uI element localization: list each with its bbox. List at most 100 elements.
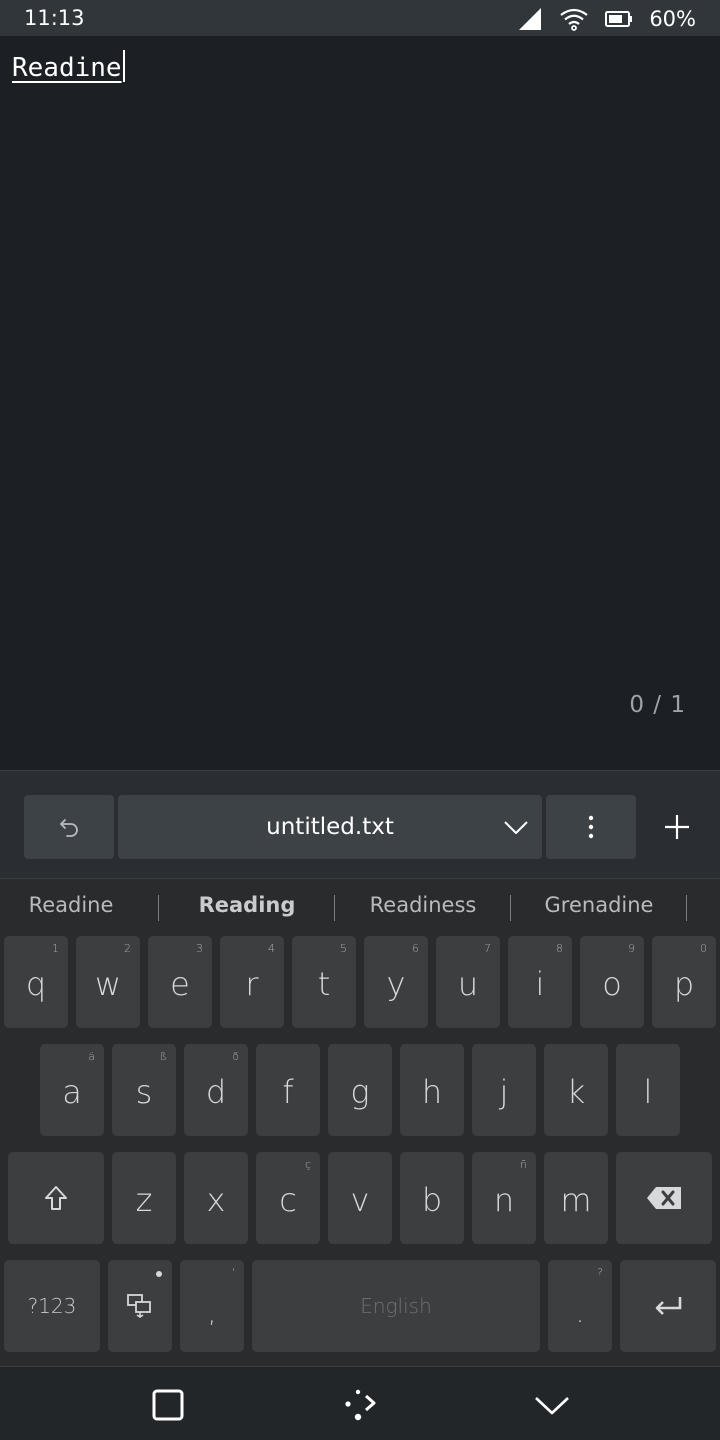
add-document-button[interactable]: [644, 795, 710, 859]
shift-key[interactable]: [8, 1152, 104, 1244]
key-label: p: [673, 965, 695, 1003]
key-hint: 4: [268, 942, 275, 955]
key-e[interactable]: 3e: [148, 936, 212, 1028]
key-label: c: [279, 1181, 297, 1219]
suggestion-divider: [686, 895, 687, 921]
editor-text-line[interactable]: Readine: [12, 50, 125, 83]
key-w[interactable]: 2w: [76, 936, 140, 1028]
shift-icon: [45, 1186, 67, 1210]
key-label: ,: [207, 1299, 217, 1329]
key-label: m: [560, 1181, 592, 1219]
symbols-key[interactable]: ?123: [4, 1260, 100, 1352]
square-icon: [152, 1389, 184, 1421]
undo-button[interactable]: [24, 795, 114, 859]
key-b[interactable]: b: [400, 1152, 464, 1244]
key-hint: ': [231, 1266, 235, 1279]
emoji-key[interactable]: [108, 1260, 172, 1352]
navigation-bar: [0, 1366, 720, 1440]
battery-percent: 60%: [649, 7, 696, 31]
key-t[interactable]: 5t: [292, 936, 356, 1028]
key-l[interactable]: l: [616, 1044, 680, 1136]
key-m[interactable]: m: [544, 1152, 608, 1244]
key-p[interactable]: 0p: [652, 936, 716, 1028]
key-label: o: [602, 965, 622, 1003]
key-v[interactable]: v: [328, 1152, 392, 1244]
file-menu-button[interactable]: untitled.txt: [118, 795, 542, 859]
key-label: i: [535, 965, 545, 1003]
key-label: e: [170, 965, 190, 1003]
editor-text: Readine: [12, 53, 122, 83]
more-options-button[interactable]: [546, 795, 636, 859]
drag-icon: [345, 1389, 376, 1421]
key-c[interactable]: çc: [256, 1152, 320, 1244]
suggestion-item-primary[interactable]: Reading: [159, 893, 335, 917]
key-s[interactable]: ßs: [112, 1044, 176, 1136]
undo-icon: [60, 819, 78, 837]
signal-icon: [519, 8, 542, 30]
key-z[interactable]: z: [112, 1152, 176, 1244]
dot-indicator: [156, 1271, 162, 1277]
key-hint: ?: [597, 1266, 603, 1279]
file-name: untitled.txt: [266, 814, 394, 840]
hide-keyboard-button[interactable]: [530, 1383, 574, 1427]
backspace-key[interactable]: [616, 1152, 712, 1244]
home-button[interactable]: [338, 1383, 382, 1427]
backspace-icon: [647, 1187, 681, 1209]
status-bar: 11:13 60%: [0, 0, 720, 36]
suggestion-item[interactable]: Grenadine: [511, 893, 687, 917]
key-j[interactable]: j: [472, 1044, 536, 1136]
key-hint: ç: [304, 1158, 311, 1171]
key-k[interactable]: k: [544, 1044, 608, 1136]
key-label: w: [94, 965, 122, 1003]
comma-key[interactable]: ',: [180, 1260, 244, 1352]
key-d[interactable]: ðd: [184, 1044, 248, 1136]
key-hint: 6: [412, 942, 419, 955]
editor-toolbar: untitled.txt: [0, 770, 720, 878]
key-label: k: [566, 1073, 586, 1111]
period-key[interactable]: ?.: [548, 1260, 612, 1352]
key-hint: 9: [628, 942, 635, 955]
plus-icon: [665, 815, 689, 839]
key-hint: ß: [159, 1050, 167, 1063]
space-label: English: [360, 1294, 432, 1318]
key-q[interactable]: 1q: [4, 936, 68, 1028]
key-i[interactable]: 8i: [508, 936, 572, 1028]
key-label: .: [575, 1299, 585, 1329]
key-a[interactable]: äa: [40, 1044, 104, 1136]
key-g[interactable]: g: [328, 1044, 392, 1136]
key-o[interactable]: 9o: [580, 936, 644, 1028]
key-label: u: [457, 965, 479, 1003]
enter-key[interactable]: [620, 1260, 716, 1352]
text-editor[interactable]: Readine 0 / 1: [0, 36, 720, 770]
key-label: v: [350, 1181, 370, 1219]
battery-icon: [605, 11, 633, 27]
space-key[interactable]: English: [252, 1260, 540, 1352]
overview-button[interactable]: [146, 1383, 190, 1427]
key-u[interactable]: 7u: [436, 936, 500, 1028]
key-r[interactable]: 4r: [220, 936, 284, 1028]
key-label: j: [499, 1073, 509, 1111]
key-label: h: [421, 1073, 443, 1111]
key-n[interactable]: ñn: [472, 1152, 536, 1244]
key-hint: ä: [88, 1050, 95, 1063]
suggestion-bar: Readine Reading Readiness Grenadine: [0, 879, 720, 935]
key-label: l: [643, 1073, 653, 1111]
page-counter: 0 / 1: [629, 692, 686, 718]
key-hint: ð: [232, 1050, 239, 1063]
key-label: n: [493, 1181, 515, 1219]
suggestion-item[interactable]: Readine: [0, 893, 159, 917]
key-h[interactable]: h: [400, 1044, 464, 1136]
key-label: q: [25, 965, 47, 1003]
suggestion-item[interactable]: Readiness: [335, 893, 511, 917]
key-x[interactable]: x: [184, 1152, 248, 1244]
key-hint: 1: [52, 942, 59, 955]
key-label: ?123: [27, 1294, 77, 1318]
key-label: g: [350, 1073, 370, 1111]
key-f[interactable]: f: [256, 1044, 320, 1136]
key-y[interactable]: 6y: [364, 936, 428, 1028]
key-label: x: [206, 1181, 226, 1219]
key-label: d: [205, 1073, 227, 1111]
key-hint: 8: [556, 942, 563, 955]
text-caret: [122, 50, 125, 82]
key-hint: ñ: [520, 1158, 527, 1171]
